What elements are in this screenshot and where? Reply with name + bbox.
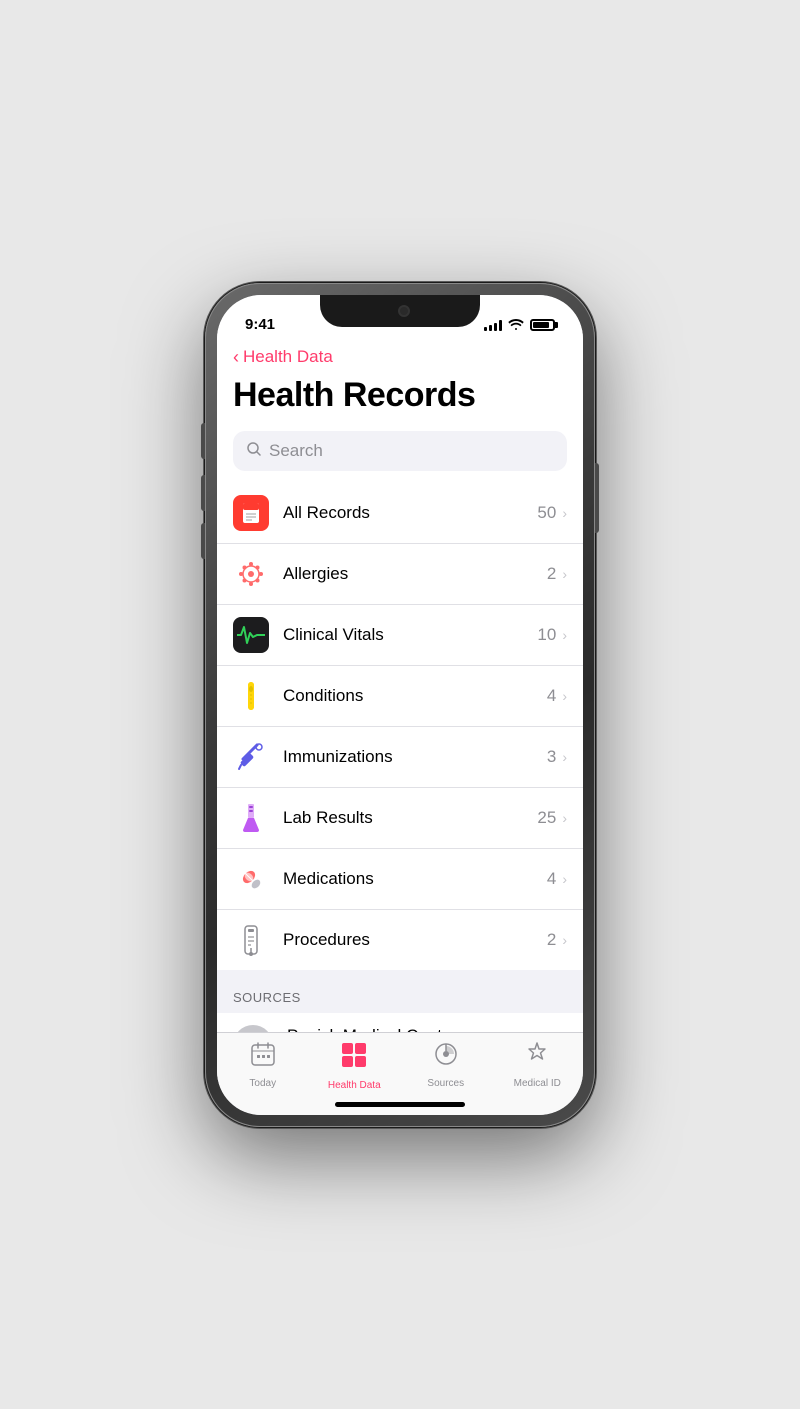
search-container: Search	[217, 431, 583, 483]
phone-shell: 9:41	[205, 283, 595, 1127]
conditions-label: Conditions	[283, 686, 547, 706]
back-chevron-icon: ‹	[233, 347, 239, 368]
tab-health-data[interactable]: Health Data	[309, 1041, 401, 1091]
medications-label: Medications	[283, 869, 547, 889]
battery-fill	[533, 322, 549, 328]
list-item-allergies[interactable]: Allergies 2 ›	[217, 544, 583, 605]
page-title: Health Records	[233, 376, 567, 415]
status-icons	[484, 318, 555, 333]
lab-results-count: 25	[537, 808, 556, 828]
allergies-chevron-icon: ›	[562, 566, 567, 582]
conditions-chevron-icon: ›	[562, 688, 567, 704]
bar4	[499, 320, 502, 331]
penick-avatar: P	[233, 1025, 273, 1032]
list-item-clinical-vitals[interactable]: Clinical Vitals 10 ›	[217, 605, 583, 666]
procedures-count: 2	[547, 930, 556, 950]
immunizations-count: 3	[547, 747, 556, 767]
conditions-count: 4	[547, 686, 556, 706]
today-tab-icon	[250, 1041, 276, 1074]
sources-tab-icon	[433, 1041, 459, 1074]
medical-id-tab-label: Medical ID	[514, 1078, 561, 1089]
immunizations-icon	[233, 739, 269, 775]
health-data-tab-label: Health Data	[328, 1080, 381, 1091]
procedures-label: Procedures	[283, 930, 547, 950]
conditions-icon	[233, 678, 269, 714]
records-list: All Records 50 ›	[217, 483, 583, 970]
clinical-vitals-label: Clinical Vitals	[283, 625, 537, 645]
phone-screen: 9:41	[217, 295, 583, 1115]
list-item-immunizations[interactable]: Immunizations 3 ›	[217, 727, 583, 788]
all-records-icon	[233, 495, 269, 531]
procedures-icon	[233, 922, 269, 958]
navigation-back: ‹ Health Data	[217, 339, 583, 372]
medications-icon	[233, 861, 269, 897]
medications-count: 4	[547, 869, 556, 889]
bar1	[484, 327, 487, 331]
search-icon	[247, 442, 261, 460]
immunizations-chevron-icon: ›	[562, 749, 567, 765]
clinical-vitals-count: 10	[537, 625, 556, 645]
health-data-tab-icon	[340, 1041, 368, 1076]
immunizations-label: Immunizations	[283, 747, 547, 767]
tab-today[interactable]: Today	[217, 1041, 309, 1089]
all-records-label: All Records	[283, 503, 537, 523]
page-title-section: Health Records	[217, 372, 583, 431]
sources-tab-label: Sources	[427, 1078, 464, 1089]
sources-section-header: SOURCES	[217, 970, 583, 1013]
lab-results-label: Lab Results	[283, 808, 537, 828]
back-label: Health Data	[243, 347, 333, 367]
allergies-icon	[233, 556, 269, 592]
list-item-conditions[interactable]: Conditions 4 ›	[217, 666, 583, 727]
list-item-procedures[interactable]: Procedures 2 ›	[217, 910, 583, 970]
today-tab-label: Today	[249, 1078, 276, 1089]
bar3	[494, 323, 497, 331]
tab-sources[interactable]: Sources	[400, 1041, 492, 1089]
allergies-count: 2	[547, 564, 556, 584]
allergies-label: Allergies	[283, 564, 547, 584]
lab-results-icon	[233, 800, 269, 836]
source-item-penick[interactable]: P Penick Medical Center My Patient Porta…	[217, 1013, 583, 1032]
list-item-lab-results[interactable]: Lab Results 25 ›	[217, 788, 583, 849]
status-time: 9:41	[245, 316, 275, 333]
back-button[interactable]: ‹ Health Data	[233, 347, 567, 368]
list-item-all-records[interactable]: All Records 50 ›	[217, 483, 583, 544]
wifi-icon	[508, 318, 524, 333]
all-records-chevron-icon: ›	[562, 505, 567, 521]
list-item-medications[interactable]: Medications 4 ›	[217, 849, 583, 910]
signal-icon	[484, 319, 502, 331]
tab-medical-id[interactable]: Medical ID	[492, 1041, 584, 1089]
medications-chevron-icon: ›	[562, 871, 567, 887]
procedures-chevron-icon: ›	[562, 932, 567, 948]
clinical-vitals-chevron-icon: ›	[562, 627, 567, 643]
bar2	[489, 325, 492, 331]
notch	[320, 295, 480, 327]
content-area: ‹ Health Data Health Records Search	[217, 339, 583, 1032]
home-indicator	[335, 1102, 465, 1107]
front-camera	[398, 305, 410, 317]
phone-device: 9:41	[205, 283, 595, 1127]
medical-id-tab-icon	[524, 1041, 550, 1074]
lab-results-chevron-icon: ›	[562, 810, 567, 826]
search-placeholder: Search	[269, 441, 323, 461]
all-records-count: 50	[537, 503, 556, 523]
battery-icon	[530, 319, 555, 331]
clinical-vitals-icon	[233, 617, 269, 653]
search-bar[interactable]: Search	[233, 431, 567, 471]
